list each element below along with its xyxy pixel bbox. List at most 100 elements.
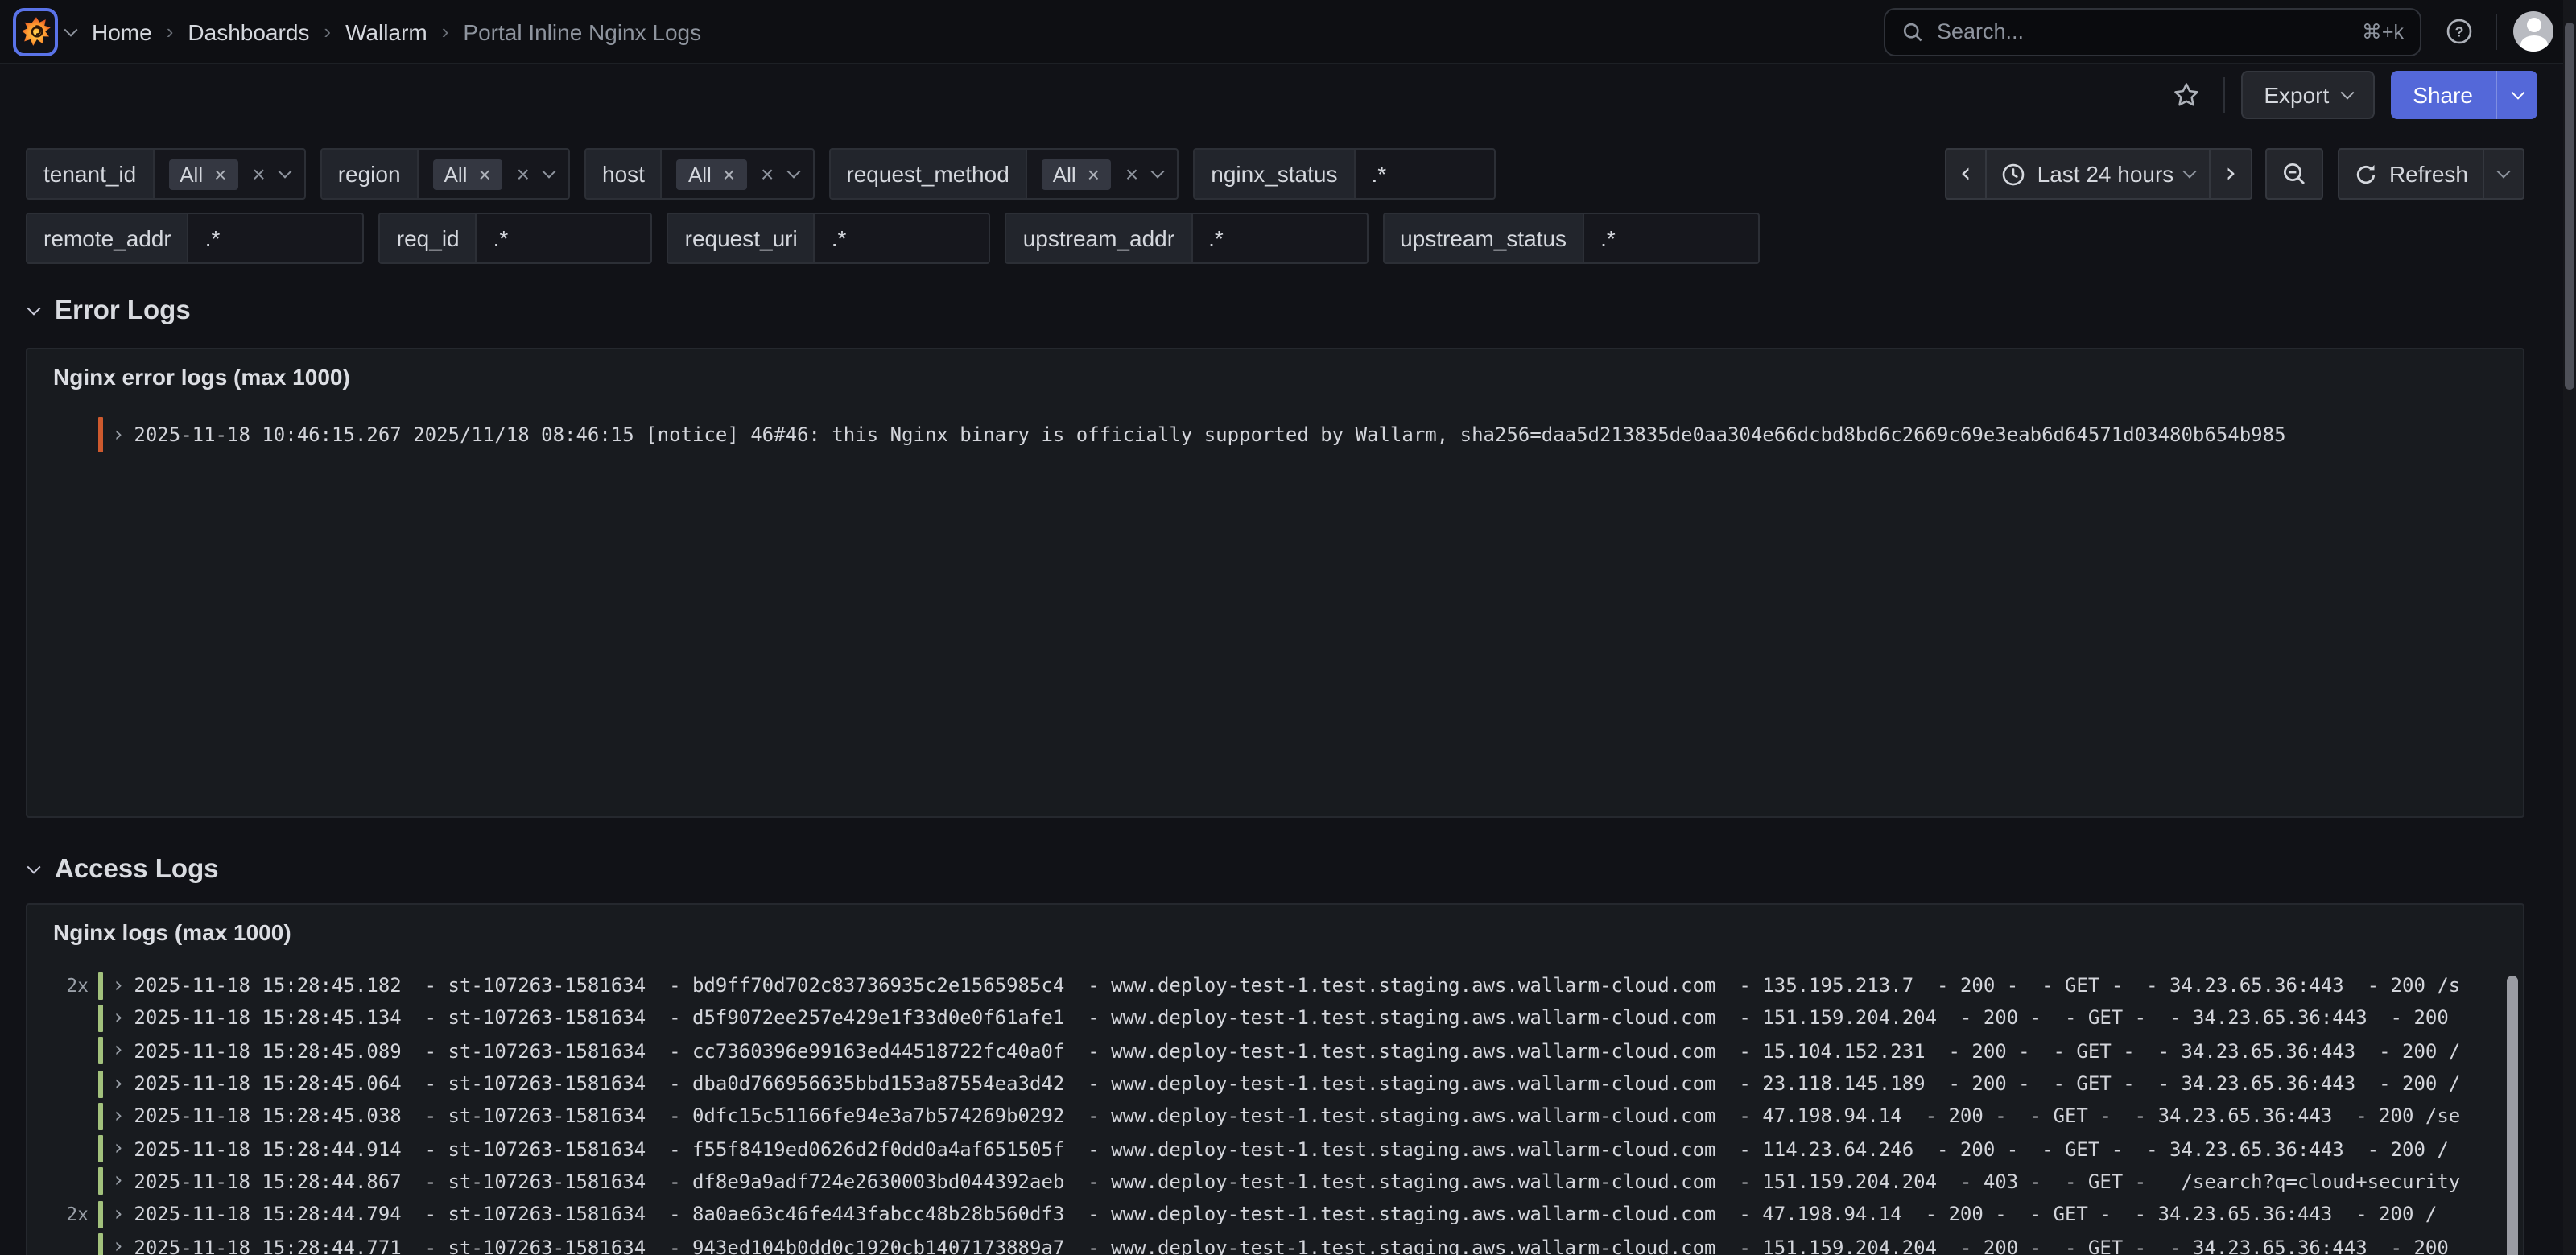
filter-row-2: remote_addr .* req_id .* request_uri .* … bbox=[26, 213, 2524, 264]
filter-label: upstream_status bbox=[1384, 214, 1584, 262]
expand-log-icon: › bbox=[114, 973, 122, 997]
filter-value: All bbox=[688, 162, 712, 186]
clear-filter-icon[interactable]: × bbox=[761, 163, 774, 185]
filter-value-dropdown[interactable]: All × × bbox=[154, 150, 303, 198]
clear-filter-icon[interactable]: × bbox=[517, 163, 530, 185]
collapse-chevron-icon bbox=[27, 302, 41, 316]
filter-region: region All × × bbox=[320, 148, 570, 200]
log-row[interactable]: 2x › 2025-11-18 15:28:44.794 - st-107263… bbox=[47, 1198, 2523, 1231]
log-row[interactable]: › 2025-11-18 15:28:44.771 - st-107263-15… bbox=[47, 1231, 2523, 1255]
filter-label: request_uri bbox=[669, 214, 815, 262]
filter-text-input[interactable]: .* bbox=[477, 214, 651, 262]
log-row[interactable]: › 2025-11-18 15:28:45.064 - st-107263-15… bbox=[47, 1067, 2523, 1100]
time-shift-back-button[interactable]: ‹ bbox=[1944, 148, 1988, 200]
filter-value-dropdown[interactable]: All × × bbox=[1027, 150, 1177, 198]
panel-title: Nginx error logs (max 1000) bbox=[27, 349, 2523, 390]
time-range-picker[interactable]: Last 24 hours bbox=[1986, 148, 2211, 200]
filter-request_method: request_method All × × bbox=[828, 148, 1179, 200]
search-input[interactable]: Search... ⌘+k bbox=[1884, 7, 2421, 56]
filter-value: All bbox=[1053, 162, 1076, 186]
log-row[interactable]: › 2025-11-18 15:28:45.038 - st-107263-15… bbox=[47, 1100, 2523, 1133]
access-log-list: 2x › 2025-11-18 15:28:45.182 - st-107263… bbox=[27, 969, 2523, 1255]
chip-remove-icon[interactable]: × bbox=[1088, 163, 1100, 184]
filter-text-input[interactable]: .* bbox=[189, 214, 363, 262]
time-shift-forward-button[interactable]: › bbox=[2209, 148, 2252, 200]
log-level-bar bbox=[98, 1200, 103, 1228]
breadcrumb-wallarm[interactable]: Wallarm bbox=[345, 19, 427, 44]
share-menu-button[interactable] bbox=[2496, 71, 2537, 119]
chevron-down-icon bbox=[2183, 165, 2197, 179]
clear-filter-icon[interactable]: × bbox=[1125, 163, 1138, 185]
log-row[interactable]: › 2025-11-18 10:46:15.267 2025/11/18 08:… bbox=[47, 414, 2523, 456]
star-dashboard-button[interactable] bbox=[2165, 74, 2207, 116]
filter-label: nginx_status bbox=[1195, 150, 1355, 198]
log-text: 2025-11-18 15:28:45.089 - st-107263-1581… bbox=[134, 1039, 2523, 1062]
time-controls: ‹ Last 24 hours › bbox=[1944, 148, 2524, 200]
dedup-count: 2x bbox=[47, 974, 95, 997]
log-row[interactable]: › 2025-11-18 15:28:44.914 - st-107263-15… bbox=[47, 1133, 2523, 1166]
expand-log-icon: › bbox=[114, 1202, 122, 1226]
user-avatar[interactable] bbox=[2513, 11, 2553, 52]
filter-value: All bbox=[180, 162, 203, 186]
grafana-menu-button[interactable] bbox=[13, 7, 76, 56]
log-row[interactable]: › 2025-11-18 15:28:44.867 - st-107263-15… bbox=[47, 1166, 2523, 1199]
log-level-bar bbox=[98, 417, 103, 452]
help-button[interactable]: ? bbox=[2438, 10, 2479, 52]
section-error-logs[interactable]: Error Logs bbox=[29, 293, 2524, 328]
share-label: Share bbox=[2413, 82, 2473, 108]
share-button[interactable]: Share bbox=[2390, 71, 2496, 119]
grafana-app: Home › Dashboards › Wallarm › Portal Inl… bbox=[0, 0, 2576, 1255]
filter-text-input[interactable]: .* bbox=[815, 214, 989, 262]
dedup-count: 2x bbox=[47, 1203, 95, 1225]
section-title: Error Logs bbox=[55, 295, 191, 326]
filter-value-chip: All × bbox=[433, 159, 502, 189]
variable-filters: tenant_id All × × region All × × host Al… bbox=[26, 148, 2524, 264]
time-picker-group: ‹ Last 24 hours › bbox=[1944, 148, 2252, 200]
page-scrollbar-thumb[interactable] bbox=[2565, 23, 2574, 390]
panel-title: Nginx logs (max 1000) bbox=[27, 905, 2523, 945]
log-level-bar bbox=[98, 1037, 103, 1064]
filter-label: tenant_id bbox=[27, 150, 154, 198]
page-scrollbar bbox=[2563, 0, 2576, 1255]
filter-value-dropdown[interactable]: All × × bbox=[419, 150, 568, 198]
nav-divider bbox=[2496, 14, 2497, 49]
chevron-down-icon bbox=[2497, 165, 2511, 179]
log-row[interactable]: › 2025-11-18 15:28:45.134 - st-107263-15… bbox=[47, 1002, 2523, 1035]
filter-label: host bbox=[586, 150, 663, 198]
panel-scrollbar[interactable] bbox=[2507, 976, 2518, 1255]
filter-value-dropdown[interactable]: All × × bbox=[663, 150, 812, 198]
filter-label: region bbox=[322, 150, 419, 198]
log-text: 2025-11-18 15:28:45.134 - st-107263-1581… bbox=[134, 1007, 2523, 1030]
filter-label: request_method bbox=[830, 150, 1026, 198]
chip-remove-icon[interactable]: × bbox=[214, 163, 226, 184]
filter-tenant_id: tenant_id All × × bbox=[26, 148, 306, 200]
filter-row-1: tenant_id All × × region All × × host Al… bbox=[26, 148, 2524, 200]
export-button[interactable]: Export bbox=[2241, 71, 2374, 119]
breadcrumb-dashboards[interactable]: Dashboards bbox=[188, 19, 309, 44]
log-row[interactable]: › 2025-11-18 15:28:45.089 - st-107263-15… bbox=[47, 1034, 2523, 1067]
refresh-button[interactable]: Refresh bbox=[2338, 148, 2484, 200]
chip-remove-icon[interactable]: × bbox=[723, 163, 735, 184]
breadcrumb: Home › Dashboards › Wallarm › Portal Inl… bbox=[92, 19, 701, 44]
chip-remove-icon[interactable]: × bbox=[478, 163, 490, 184]
filter-text-input[interactable]: .* bbox=[1584, 214, 1758, 262]
zoom-out-time-button[interactable] bbox=[2265, 148, 2323, 200]
filter-text-input[interactable]: .* bbox=[1192, 214, 1366, 262]
breadcrumb-home[interactable]: Home bbox=[92, 19, 152, 44]
expand-log-icon: › bbox=[114, 1170, 122, 1194]
clear-filter-icon[interactable]: × bbox=[252, 163, 265, 185]
chevron-down-icon bbox=[2511, 86, 2524, 100]
section-access-logs[interactable]: Access Logs bbox=[29, 852, 2524, 887]
chevron-down-icon bbox=[1151, 165, 1165, 179]
breadcrumb-separator: › bbox=[442, 19, 449, 43]
share-split-button: Share bbox=[2390, 71, 2537, 119]
log-row[interactable]: 2x › 2025-11-18 15:28:45.182 - st-107263… bbox=[47, 969, 2523, 1002]
chevron-down-icon bbox=[2340, 86, 2354, 100]
log-level-bar bbox=[98, 972, 103, 999]
search-icon bbox=[1901, 20, 1924, 43]
filter-value-chip: All × bbox=[1042, 159, 1111, 189]
filter-text-input[interactable]: .* bbox=[1355, 150, 1493, 198]
refresh-interval-button[interactable] bbox=[2483, 148, 2524, 200]
filter-host: host All × × bbox=[584, 148, 814, 200]
filter-upstream_addr: upstream_addr .* bbox=[1005, 213, 1368, 264]
